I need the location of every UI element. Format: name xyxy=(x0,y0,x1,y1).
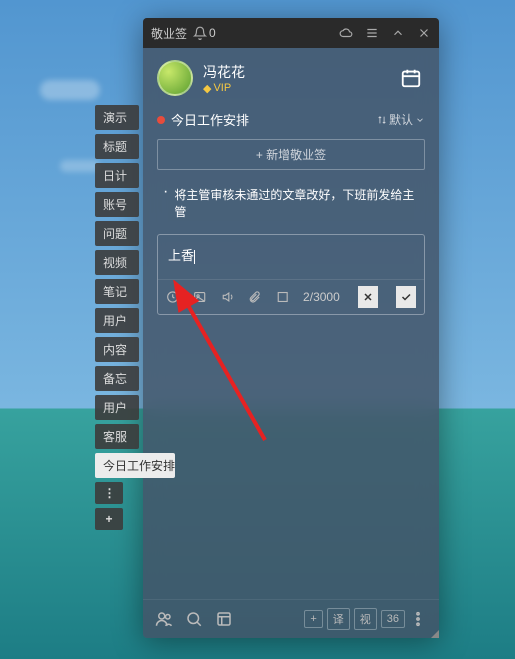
notification-bell[interactable]: 0 xyxy=(193,26,216,40)
section-header: 今日工作安排 默认 xyxy=(143,104,439,135)
section-title: 今日工作安排 xyxy=(171,110,249,129)
menu-icon[interactable] xyxy=(365,26,379,40)
avatar[interactable] xyxy=(157,60,193,96)
sort-dropdown[interactable]: 默认 xyxy=(377,111,425,128)
main-panel: 敬业签 0 冯花花 VIP 今日工作安排 默认 xyxy=(143,18,439,638)
footer-translate-button[interactable]: 译 xyxy=(327,608,350,630)
user-bar: 冯花花 VIP xyxy=(143,48,439,104)
chevron-down-icon xyxy=(415,115,425,125)
note-text: 将主管审核未通过的文章改好，下班前发给主管 xyxy=(174,186,419,220)
sort-label: 默认 xyxy=(389,111,413,128)
cloud-icon[interactable] xyxy=(339,26,353,40)
sidebar-item[interactable]: 内容 xyxy=(95,337,139,362)
sidebar-item[interactable]: 标题 xyxy=(95,134,139,159)
footer-bar: + 译 视 36 xyxy=(143,599,439,638)
titlebar: 敬业签 0 xyxy=(143,18,439,48)
footer-count-button[interactable]: 36 xyxy=(381,610,405,628)
cancel-button[interactable] xyxy=(358,286,378,308)
footer-plus-button[interactable]: + xyxy=(304,610,322,628)
confirm-button[interactable] xyxy=(396,286,416,308)
footer-view-button[interactable]: 视 xyxy=(354,608,377,630)
sidebar-item[interactable]: 用户 xyxy=(95,308,139,333)
sidebar-tabs: 演示 标题 日计 账号 问题 视频 笔记 用户 内容 备忘 用户 客服 今日工作… xyxy=(95,105,175,534)
resize-handle[interactable] xyxy=(427,626,441,640)
sound-icon[interactable] xyxy=(221,289,234,305)
char-count: 2/3000 xyxy=(303,290,340,304)
calendar-icon xyxy=(400,67,422,89)
check-icon xyxy=(400,291,412,303)
sidebar-item[interactable]: 视频 xyxy=(95,250,139,275)
sidebar-item[interactable]: 用户 xyxy=(95,395,139,420)
sidebar-item[interactable]: 账号 xyxy=(95,192,139,217)
expand-icon[interactable] xyxy=(276,289,289,305)
username: 冯花花 xyxy=(203,62,245,82)
list-icon[interactable] xyxy=(215,610,233,628)
note-input[interactable]: 上香 xyxy=(158,235,424,279)
sidebar-more-button[interactable]: ⋮ xyxy=(95,482,123,504)
sidebar-add-button[interactable]: + xyxy=(95,508,123,530)
vip-badge: VIP xyxy=(203,82,245,95)
more-icon[interactable] xyxy=(409,610,427,628)
text-cursor xyxy=(194,250,195,264)
sidebar-item[interactable]: 客服 xyxy=(95,424,139,449)
add-note-button[interactable]: + 新增敬业签 xyxy=(157,139,425,170)
chevron-up-icon[interactable] xyxy=(391,26,405,40)
search-icon[interactable] xyxy=(185,610,203,628)
sidebar-item-active[interactable]: 今日工作安排 xyxy=(95,453,175,478)
calendar-button[interactable] xyxy=(397,64,425,92)
note-input-box: 上香 2/3000 xyxy=(157,234,425,315)
sidebar-item[interactable]: 备忘 xyxy=(95,366,139,391)
x-icon xyxy=(362,291,374,303)
input-toolbar: 2/3000 xyxy=(158,279,424,314)
sidebar-item[interactable]: 笔记 xyxy=(95,279,139,304)
image-icon[interactable] xyxy=(193,289,206,305)
sidebar-item[interactable]: 日计 xyxy=(95,163,139,188)
sidebar-item[interactable]: 演示 xyxy=(95,105,139,130)
bell-icon xyxy=(193,26,207,40)
sidebar-item[interactable]: 问题 xyxy=(95,221,139,246)
notif-count: 0 xyxy=(209,26,216,40)
sort-icon xyxy=(377,115,387,125)
attachment-icon[interactable] xyxy=(248,289,261,305)
note-item[interactable]: 将主管审核未通过的文章改好，下班前发给主管 xyxy=(143,180,439,226)
contacts-icon[interactable] xyxy=(155,610,173,628)
close-icon[interactable] xyxy=(417,26,431,40)
app-title: 敬业签 xyxy=(151,25,187,42)
